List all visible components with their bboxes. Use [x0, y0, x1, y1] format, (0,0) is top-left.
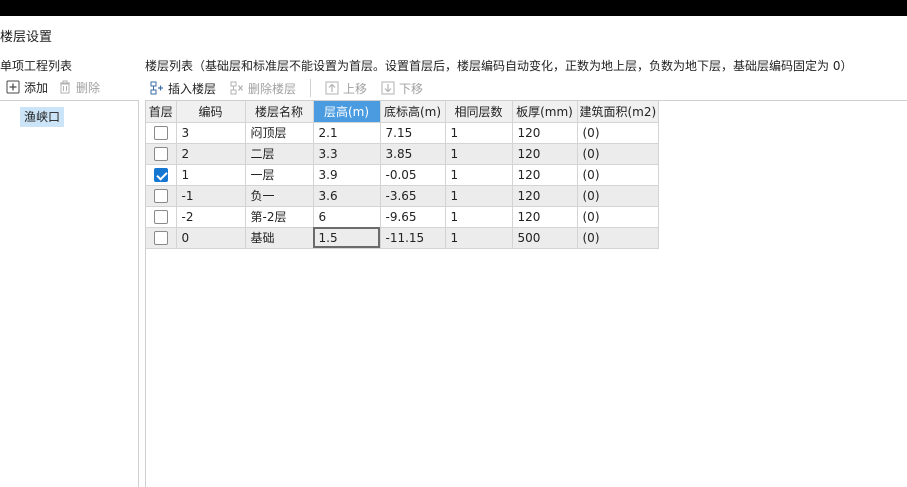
delete-project-button[interactable]: 删除	[58, 79, 100, 96]
building-area-cell[interactable]: (0)	[577, 122, 660, 144]
delete-floor-icon	[230, 81, 243, 95]
add-project-label: 添加	[24, 80, 49, 95]
table-row[interactable]: -1 负一 3.6 -3.65 1 120 (0)	[146, 185, 660, 207]
bottom-elevation-cell[interactable]: -9.65	[380, 206, 446, 228]
first-floor-cell[interactable]	[146, 164, 177, 186]
same-count-cell[interactable]: 1	[445, 122, 513, 144]
col-header-building-area[interactable]: 建筑面积(m2)	[577, 101, 660, 123]
slab-thickness-cell[interactable]: 120	[512, 185, 578, 207]
first-floor-checkbox[interactable]	[153, 230, 168, 245]
same-count-cell[interactable]: 1	[445, 227, 513, 249]
same-count-cell[interactable]: 1	[445, 143, 513, 165]
floor-height-cell[interactable]: 2.1	[313, 122, 381, 144]
slab-thickness-cell[interactable]: 500	[512, 227, 578, 249]
first-floor-cell[interactable]	[146, 143, 177, 165]
building-area-cell[interactable]: (0)	[577, 143, 660, 165]
building-area-cell[interactable]: (0)	[577, 206, 660, 228]
col-header-floor-name[interactable]: 楼层名称	[245, 101, 314, 123]
building-area-cell[interactable]: (0)	[577, 227, 660, 249]
slab-thickness-cell[interactable]: 120	[512, 164, 578, 186]
table-row[interactable]: 2 二层 3.3 3.85 1 120 (0)	[146, 143, 660, 165]
move-down-label: 下移	[399, 81, 424, 96]
move-up-label: 上移	[343, 81, 368, 96]
bottom-elevation-cell[interactable]: -0.05	[380, 164, 446, 186]
floor-height-cell[interactable]: 3.9	[313, 164, 381, 186]
building-area-cell[interactable]: (0)	[577, 185, 660, 207]
code-cell[interactable]: 3	[176, 122, 246, 144]
insert-floor-label: 插入楼层	[168, 81, 217, 96]
code-cell[interactable]: 2	[176, 143, 246, 165]
floor-name-cell[interactable]: 第-2层	[245, 206, 314, 228]
floor-name-cell[interactable]: 负一	[245, 185, 314, 207]
floor-height-cell[interactable]: 3.6	[313, 185, 381, 207]
project-toolbar: 添加 删除	[0, 75, 138, 99]
first-floor-checkbox[interactable]	[153, 209, 168, 224]
floor-name-cell[interactable]: 一层	[245, 164, 314, 186]
first-floor-checkbox[interactable]	[153, 125, 168, 140]
col-header-bottom-elevation[interactable]: 底标高(m)	[380, 101, 446, 123]
dialog-title: 楼层设置	[0, 30, 53, 45]
insert-floor-icon	[150, 81, 163, 95]
code-cell[interactable]: -2	[176, 206, 246, 228]
floor-height-cell[interactable]: 3.3	[313, 143, 381, 165]
arrow-down-icon	[381, 81, 395, 95]
floor-name-cell[interactable]: 闷顶层	[245, 122, 314, 144]
trash-icon	[60, 80, 71, 94]
first-floor-cell[interactable]	[146, 227, 177, 249]
building-area-cell[interactable]: (0)	[577, 164, 660, 186]
first-floor-checkbox[interactable]	[153, 146, 168, 161]
delete-project-label: 删除	[76, 80, 101, 95]
col-header-same-count[interactable]: 相同层数	[445, 101, 513, 123]
slab-thickness-cell[interactable]: 120	[512, 206, 578, 228]
table-row[interactable]: 0 基础 1.5 -11.15 1 500 (0)	[146, 227, 660, 249]
same-count-cell[interactable]: 1	[445, 185, 513, 207]
floor-name-cell[interactable]: 基础	[245, 227, 314, 249]
col-header-floor-height[interactable]: 层高(m)	[313, 101, 381, 123]
table-row[interactable]: 1 一层 3.9 -0.05 1 120 (0)	[146, 164, 660, 186]
first-floor-checkbox[interactable]	[153, 167, 168, 182]
same-count-cell[interactable]: 1	[445, 206, 513, 228]
first-floor-cell[interactable]	[146, 185, 177, 207]
first-floor-cell[interactable]	[146, 206, 177, 228]
slab-thickness-cell[interactable]: 120	[512, 122, 578, 144]
project-list-header: 单项工程列表	[0, 59, 73, 73]
table-row[interactable]: 3 闷顶层 2.1 7.15 1 120 (0)	[146, 122, 660, 144]
col-header-code[interactable]: 编码	[176, 101, 246, 123]
tree-item-project[interactable]: 渔峡口	[20, 107, 65, 127]
floor-height-cell[interactable]: 1.5	[313, 227, 381, 249]
first-floor-cell[interactable]	[146, 122, 177, 144]
delete-floor-label: 删除楼层	[248, 81, 297, 96]
arrow-up-icon	[325, 81, 339, 95]
slab-thickness-cell[interactable]: 120	[512, 143, 578, 165]
delete-floor-button[interactable]: 删除楼层	[230, 80, 296, 97]
insert-floor-button[interactable]: 插入楼层	[150, 80, 216, 97]
floor-list-header: 楼层列表（基础层和标准层不能设置为首层。设置首层后，楼层编码自动变化，正数为地上…	[145, 59, 853, 73]
col-header-slab-thickness[interactable]: 板厚(mm)	[512, 101, 578, 123]
toolbar-separator	[310, 79, 312, 97]
move-up-button[interactable]: 上移	[325, 80, 367, 97]
code-cell[interactable]: 0	[176, 227, 246, 249]
bottom-elevation-cell[interactable]: -3.65	[380, 185, 446, 207]
code-cell[interactable]: -1	[176, 185, 246, 207]
table-row[interactable]: -2 第-2层 6 -9.65 1 120 (0)	[146, 206, 660, 228]
table-header-row: 首层 编码 楼层名称 层高(m) 底标高(m) 相同层数 板厚(mm) 建筑面积…	[146, 101, 660, 123]
floor-height-cell[interactable]: 6	[313, 206, 381, 228]
plus-box-icon	[6, 80, 20, 94]
bottom-elevation-cell[interactable]: 3.85	[380, 143, 446, 165]
project-tree: 渔峡口	[0, 100, 139, 487]
first-floor-checkbox[interactable]	[153, 188, 168, 203]
move-down-button[interactable]: 下移	[381, 80, 423, 97]
floor-table: 首层 编码 楼层名称 层高(m) 底标高(m) 相同层数 板厚(mm) 建筑面积…	[146, 101, 660, 249]
same-count-cell[interactable]: 1	[445, 164, 513, 186]
add-project-button[interactable]: 添加	[6, 79, 48, 96]
bottom-elevation-cell[interactable]: 7.15	[380, 122, 446, 144]
code-cell[interactable]: 1	[176, 164, 246, 186]
floor-toolbar: 插入楼层 删除楼层 上移 下移	[150, 77, 423, 99]
title-bar	[0, 0, 907, 16]
col-header-first-floor[interactable]: 首层	[146, 101, 177, 123]
floor-name-cell[interactable]: 二层	[245, 143, 314, 165]
bottom-elevation-cell[interactable]: -11.15	[380, 227, 446, 249]
floor-grid: 首层 编码 楼层名称 层高(m) 底标高(m) 相同层数 板厚(mm) 建筑面积…	[145, 100, 907, 487]
